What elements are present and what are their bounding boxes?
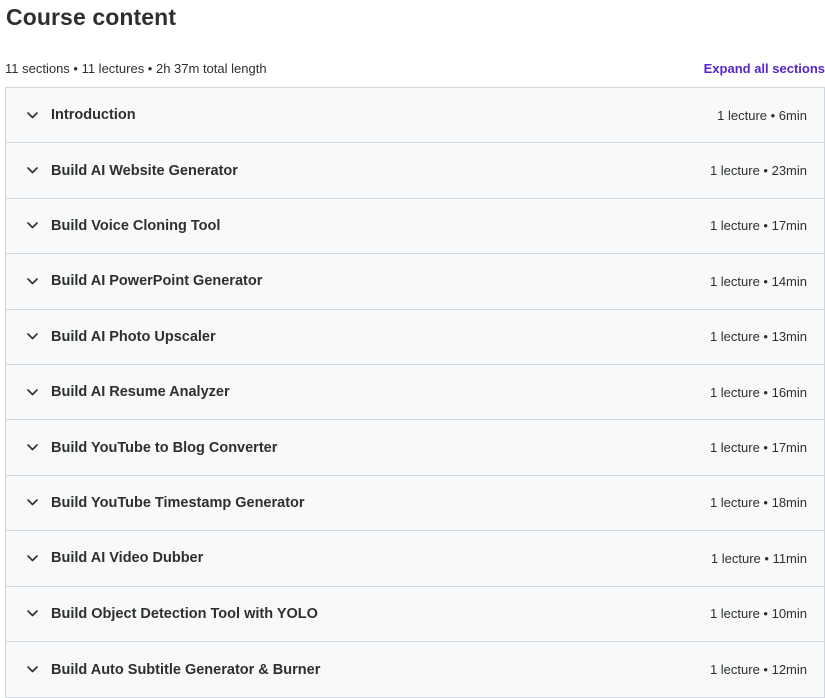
chevron-down-icon [26, 386, 38, 398]
section-header[interactable]: Build AI Website Generator 1 lecture • 23… [6, 143, 824, 199]
page-title: Course content [6, 4, 177, 30]
chevron-down-icon [26, 608, 38, 620]
chevron-down-icon [26, 552, 38, 564]
chevron-down-icon [26, 442, 38, 454]
section-title: Build YouTube Timestamp Generator [51, 494, 305, 511]
section-title: Build AI Resume Analyzer [51, 384, 230, 401]
section-meta: 1 lecture • 10min [709, 606, 807, 622]
section-header[interactable]: Build AI Video Dubber 1 lecture • 11min [6, 531, 824, 587]
section-meta: 1 lecture • 23min [709, 163, 807, 179]
section-meta: 1 lecture • 13min [709, 329, 807, 345]
section-meta: 1 lecture • 17min [709, 218, 807, 234]
section-title: Build AI Website Generator [51, 162, 238, 179]
section-header[interactable]: Build AI PowerPoint Generator 1 lecture •… [6, 254, 824, 310]
course-summary: 11 sections • 11 lectures • 2h 37m total… [5, 60, 267, 76]
chevron-down-icon [26, 275, 38, 287]
section-header[interactable]: Build YouTube to Blog Converter 1 lecture… [6, 420, 824, 476]
section-title: Build Auto Subtitle Generator & Burner [51, 661, 321, 678]
section-header[interactable]: Introduction 1 lecture • 6min [6, 88, 824, 144]
section-meta: 1 lecture • 11min [710, 550, 807, 566]
section-meta: 1 lecture • 6min [717, 107, 807, 123]
section-title: Build AI PowerPoint Generator [51, 273, 263, 290]
section-meta: 1 lecture • 12min [709, 662, 807, 678]
section-title: Build Object Detection Tool with YOLO [51, 605, 318, 622]
section-title: Build Voice Cloning Tool [51, 217, 221, 234]
chevron-down-icon [26, 664, 38, 676]
chevron-down-icon [26, 109, 38, 121]
course-content-panel: Course content 11 sections • 11 lectures… [0, 0, 825, 698]
section-header[interactable]: Build Object Detection Tool with YOLO 1 l… [6, 586, 824, 642]
section-header[interactable]: Build YouTube Timestamp Generator 1 lectu… [6, 475, 824, 532]
section-title: Build AI Video Dubber [51, 550, 204, 567]
section-meta: 1 lecture • 16min [709, 384, 807, 400]
section-header[interactable]: Build Voice Cloning Tool 1 lecture • 17mi… [6, 198, 824, 255]
section-title: Introduction [51, 107, 136, 124]
section-title: Build YouTube to Blog Converter [51, 439, 278, 456]
chevron-down-icon [26, 165, 38, 177]
expand-all-button[interactable]: Expand all sections [704, 61, 825, 76]
chevron-down-icon [26, 497, 38, 509]
section-header[interactable]: Build Auto Subtitle Generator & Burner 1 … [6, 641, 824, 698]
section-meta: 1 lecture • 17min [709, 440, 807, 456]
course-summary-row: 11 sections • 11 lectures • 2h 37m total… [5, 59, 825, 77]
section-meta: 1 lecture • 14min [709, 273, 807, 289]
section-header[interactable]: Build AI Resume Analyzer 1 lecture • 16mi… [6, 364, 824, 421]
sections-list: Introduction 1 lecture • 6min Build AI Web… [5, 87, 825, 698]
section-header[interactable]: Build AI Photo Upscaler 1 lecture • 13min [6, 309, 824, 365]
chevron-down-icon [26, 331, 38, 343]
section-meta: 1 lecture • 18min [709, 495, 807, 511]
section-title: Build AI Photo Upscaler [51, 328, 216, 345]
chevron-down-icon [26, 220, 38, 232]
